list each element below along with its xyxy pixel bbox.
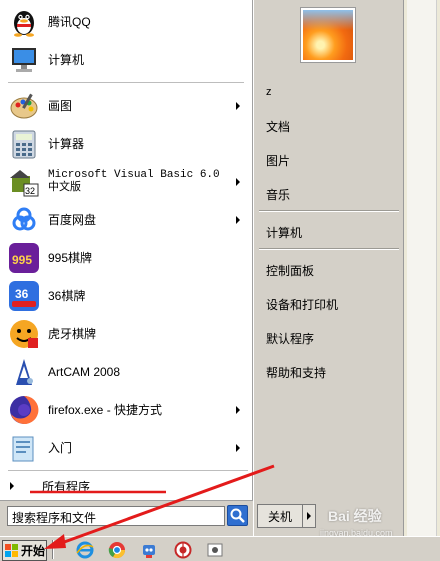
annotation-arrow xyxy=(30,464,275,549)
